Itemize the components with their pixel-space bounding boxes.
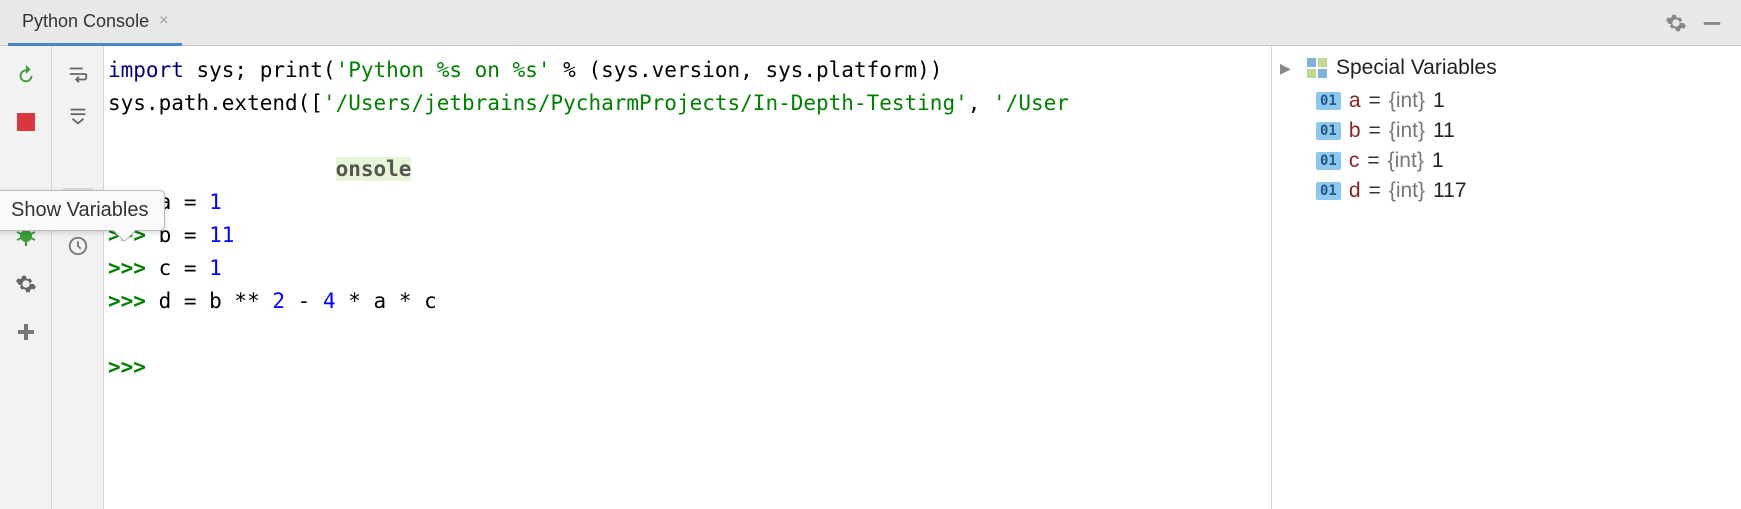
history-button[interactable] [62, 230, 94, 262]
variable-row[interactable]: 01 d = {int} 117 [1280, 176, 1733, 206]
variables-panel: ▶ Special Variables 01 a = {int} 1 01 b … [1271, 46, 1741, 509]
special-variables-node[interactable]: ▶ Special Variables [1280, 56, 1733, 80]
console-output[interactable]: import sys; print('Python %s on %s' % (s… [104, 46, 1271, 509]
gear-icon[interactable] [1665, 12, 1687, 34]
new-console-button[interactable] [10, 316, 42, 348]
code-line: >>> b = 11 [108, 219, 1267, 252]
prompt-line[interactable]: >>> [108, 351, 1267, 384]
var-type: {int} [1388, 149, 1424, 173]
tab-python-console[interactable]: Python Console × [8, 0, 182, 46]
var-name: a [1349, 89, 1361, 113]
tab-label: Python Console [22, 11, 149, 32]
code-line: >>> d = b ** 2 - 4 * a * c [108, 285, 1267, 318]
var-name: b [1349, 119, 1361, 143]
code-line: onsole [108, 153, 1267, 186]
var-value: 1 [1433, 89, 1445, 113]
var-type: {int} [1389, 179, 1425, 203]
equals: = [1369, 119, 1381, 143]
special-variables-label: Special Variables [1336, 56, 1497, 80]
scroll-to-end-button[interactable] [62, 100, 94, 132]
equals: = [1369, 179, 1381, 203]
variable-row[interactable]: 01 c = {int} 1 [1280, 146, 1733, 176]
rerun-button[interactable] [10, 58, 42, 90]
var-name: c [1349, 149, 1360, 173]
settings-button[interactable] [10, 268, 42, 300]
var-value: 11 [1433, 119, 1455, 143]
int-badge-icon: 01 [1316, 152, 1341, 170]
primary-toolbar [0, 46, 52, 509]
var-value: 1 [1432, 149, 1444, 173]
equals: = [1367, 149, 1379, 173]
var-value: 117 [1433, 179, 1466, 203]
code-line: >>> a = 1 [108, 186, 1267, 219]
tooltip: Show Variables [0, 190, 165, 231]
code-line: import sys; print('Python %s on %s' % (s… [108, 54, 1267, 87]
variable-row[interactable]: 01 a = {int} 1 [1280, 86, 1733, 116]
chevron-right-icon[interactable]: ▶ [1280, 60, 1298, 77]
int-badge-icon: 01 [1316, 92, 1341, 110]
special-variables-icon [1306, 57, 1328, 79]
var-name: d [1349, 179, 1361, 203]
stop-button[interactable] [10, 106, 42, 138]
secondary-toolbar: Show Variables [52, 46, 104, 509]
var-type: {int} [1389, 89, 1425, 113]
variable-row[interactable]: 01 b = {int} 11 [1280, 116, 1733, 146]
var-type: {int} [1389, 119, 1425, 143]
code-line: >>> c = 1 [108, 252, 1267, 285]
equals: = [1369, 89, 1381, 113]
int-badge-icon: 01 [1316, 122, 1341, 140]
toolwindow-header: Python Console × [0, 0, 1741, 46]
minimize-icon[interactable] [1701, 12, 1723, 34]
code-line: sys.path.extend(['/Users/jetbrains/Pycha… [108, 87, 1267, 120]
soft-wrap-button[interactable] [62, 58, 94, 90]
int-badge-icon: 01 [1316, 182, 1341, 200]
close-icon[interactable]: × [159, 12, 168, 30]
